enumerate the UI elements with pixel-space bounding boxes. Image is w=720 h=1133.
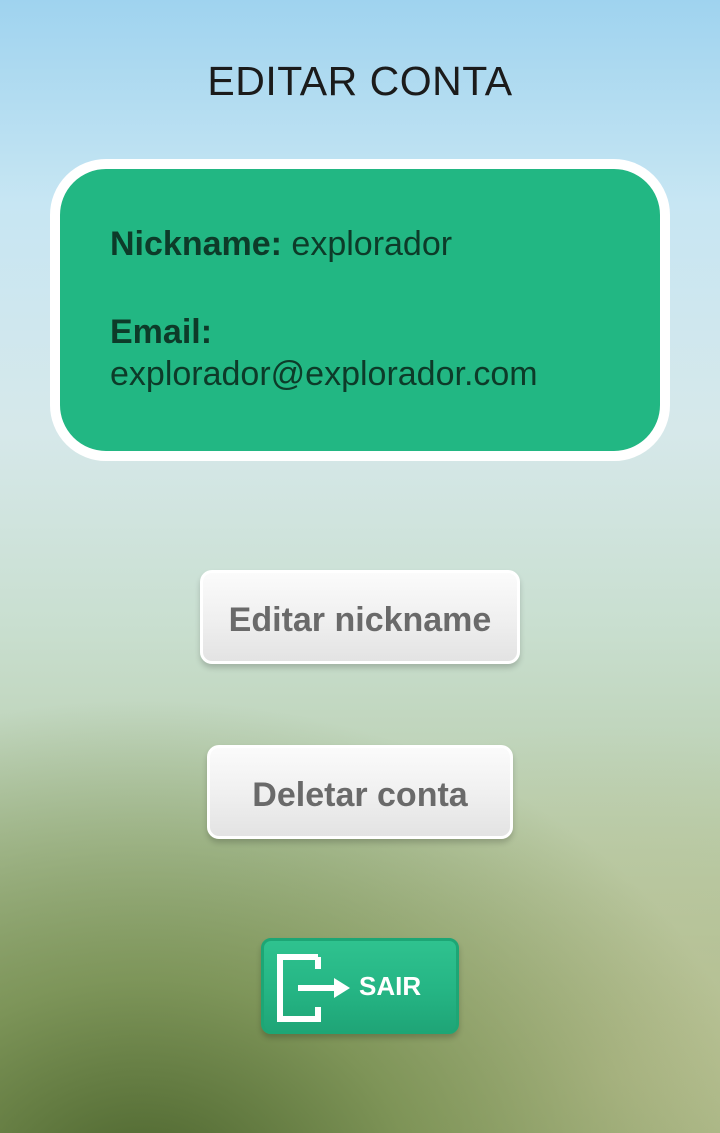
nickname-label: Nickname: (110, 225, 282, 263)
nickname-value: explorador (291, 225, 453, 263)
page-title: EDITAR CONTA (207, 58, 513, 104)
nickname-row: Nickname: explorador (110, 223, 620, 265)
exit-icon (274, 953, 354, 1023)
account-info-content: Nickname: explorador Email: explorador@e… (110, 223, 620, 395)
exit-label: SAIR (359, 971, 422, 1001)
edit-nickname-button[interactable]: Editar nickname (200, 570, 520, 664)
delete-account-button[interactable]: Deletar conta (207, 745, 513, 839)
exit-button[interactable]: SAIR (261, 938, 459, 1034)
email-value: explorador@explorador.com (110, 355, 538, 393)
account-info-card: Nickname: explorador Email: explorador@e… (50, 159, 670, 461)
email-label: Email: (110, 313, 213, 351)
email-row: Email: explorador@explorador.com (110, 311, 620, 395)
